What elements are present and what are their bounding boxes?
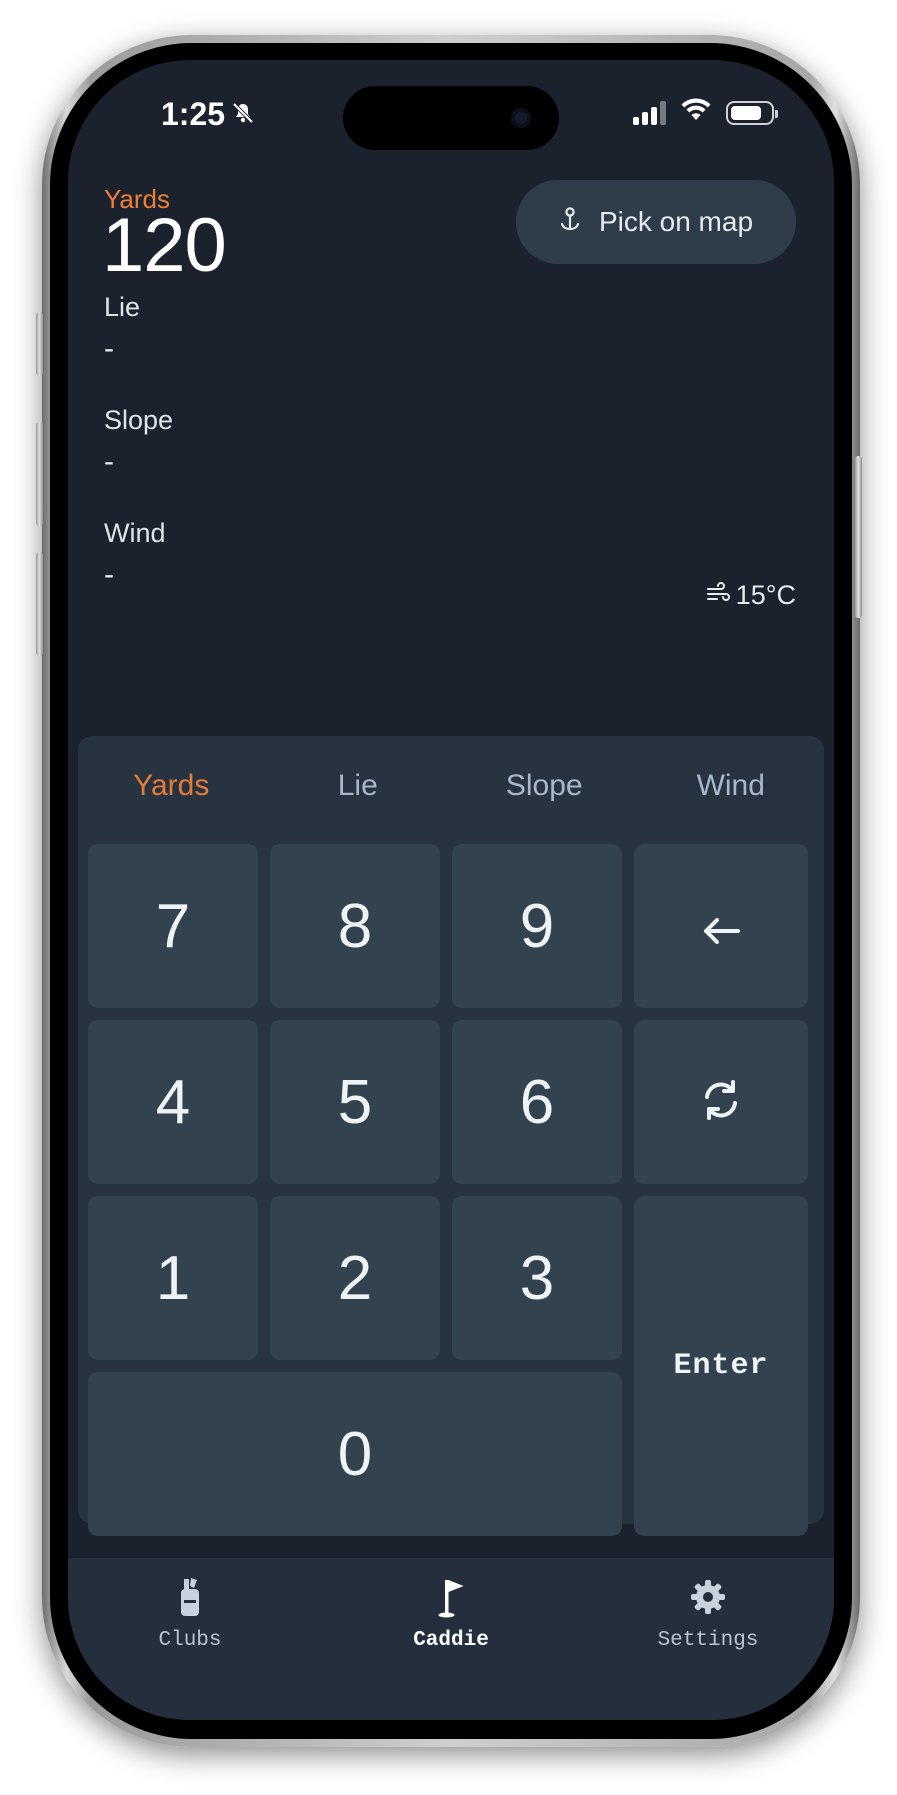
- backspace-button[interactable]: [634, 844, 808, 1008]
- nav-label-caddie: Caddie: [413, 1629, 489, 1652]
- reset-button[interactable]: [634, 1020, 808, 1184]
- clock-time: 1:25: [161, 96, 226, 132]
- tab-wind[interactable]: Wind: [638, 736, 825, 836]
- tab-yards[interactable]: Yards: [78, 736, 265, 836]
- key-1[interactable]: 1: [88, 1196, 258, 1360]
- temperature: 15°C: [735, 580, 796, 610]
- enter-button[interactable]: Enter: [634, 1196, 808, 1536]
- lie-value: -: [104, 332, 114, 365]
- camera-icon: [511, 108, 531, 128]
- anchor-pin-icon: [559, 206, 581, 239]
- volume-down-button: [36, 552, 43, 656]
- wifi-icon: [680, 98, 712, 127]
- tab-lie[interactable]: Lie: [265, 736, 452, 836]
- key-9[interactable]: 9: [452, 844, 622, 1008]
- key-3[interactable]: 3: [452, 1196, 622, 1360]
- action-button: [36, 312, 43, 376]
- weather-readout: 15°C: [706, 580, 796, 611]
- volume-up-button: [36, 422, 43, 526]
- key-8[interactable]: 8: [270, 844, 440, 1008]
- nav-item-settings[interactable]: Settings: [628, 1576, 788, 1652]
- bottom-nav: Clubs Caddie Settings: [68, 1558, 834, 1720]
- yards-value: 120: [102, 203, 227, 288]
- nav-item-clubs[interactable]: Clubs: [110, 1576, 270, 1652]
- bell-slash-icon: [231, 96, 255, 133]
- status-icons: [633, 98, 778, 127]
- gear-icon: [688, 1576, 728, 1623]
- slope-value: -: [104, 445, 114, 478]
- pick-on-map-label: Pick on map: [598, 206, 754, 237]
- status-bar: 1:25: [68, 60, 834, 170]
- key-4[interactable]: 4: [88, 1020, 258, 1184]
- pick-on-map-button[interactable]: Pick on map: [516, 180, 796, 264]
- power-button: [855, 456, 862, 618]
- tab-slope[interactable]: Slope: [451, 736, 638, 836]
- input-mode-tabs: Yards Lie Slope Wind: [78, 736, 824, 836]
- app-screen: 1:25 Yards 120 Pick on map Lie - Slope -…: [68, 60, 834, 1720]
- key-6[interactable]: 6: [452, 1020, 622, 1184]
- arrow-left-icon: [700, 891, 742, 962]
- keypad-panel: Yards Lie Slope Wind 7 8 9 4 5 6 1 2 3 E…: [78, 736, 824, 1536]
- battery-level: [731, 105, 762, 120]
- wind-value: -: [104, 558, 114, 591]
- battery-icon: [726, 100, 778, 125]
- refresh-icon: [698, 1067, 744, 1138]
- key-7[interactable]: 7: [88, 844, 258, 1008]
- key-2[interactable]: 2: [270, 1196, 440, 1360]
- wind-label: Wind: [104, 518, 166, 548]
- nav-item-caddie[interactable]: Caddie: [371, 1576, 531, 1652]
- key-5[interactable]: 5: [270, 1020, 440, 1184]
- nav-label-settings: Settings: [657, 1629, 759, 1652]
- wind-icon: [706, 580, 730, 611]
- signal-icon: [633, 100, 666, 125]
- lie-label: Lie: [104, 292, 141, 322]
- clock: 1:25: [161, 96, 255, 133]
- flag-icon: [436, 1576, 466, 1623]
- slope-label: Slope: [104, 405, 174, 435]
- nav-label-clubs: Clubs: [158, 1629, 222, 1652]
- dynamic-island: [343, 86, 559, 150]
- golf-bag-icon: [175, 1576, 205, 1623]
- key-0[interactable]: 0: [88, 1372, 622, 1536]
